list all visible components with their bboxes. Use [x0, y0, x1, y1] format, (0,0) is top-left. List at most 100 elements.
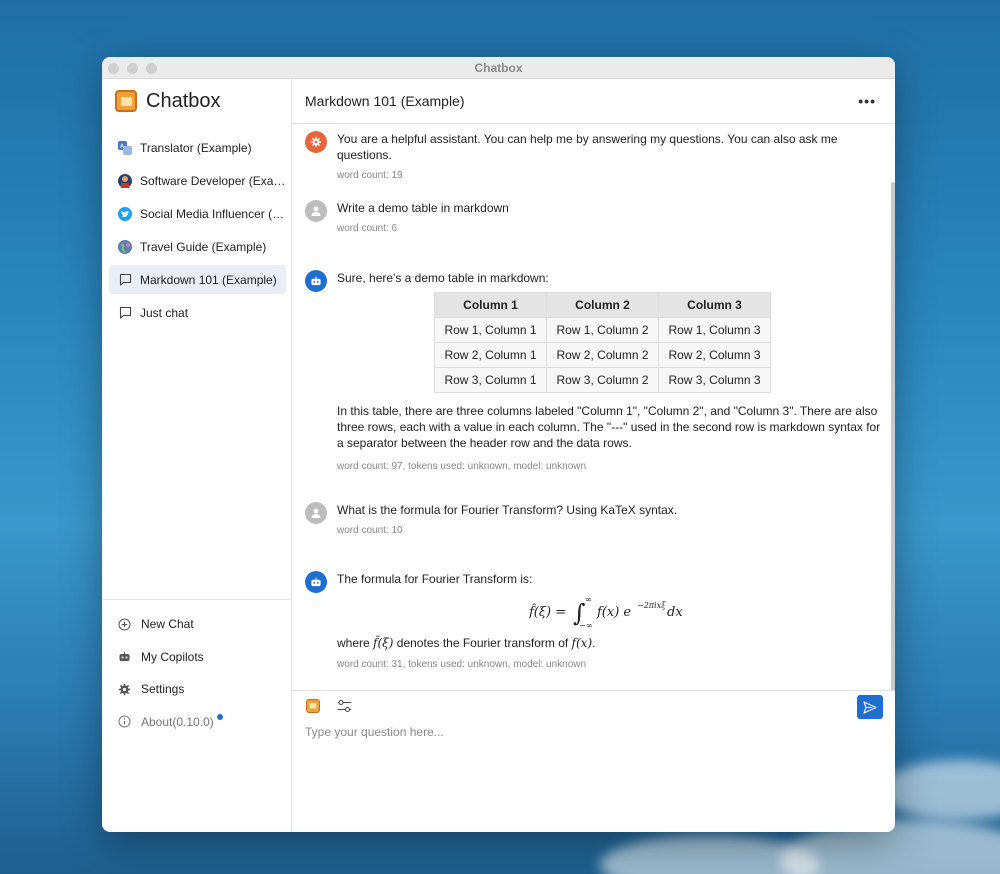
message-meta: word count: 97, tokens used: unknown, mo…: [337, 461, 587, 472]
svg-text:∞: ∞: [585, 595, 592, 604]
message-user: What is the formula for Fourier Transfor…: [305, 502, 881, 539]
table-row: Row 2, Column 1 Row 2, Column 2 Row 2, C…: [434, 342, 771, 368]
table-cell: Row 2, Column 1: [434, 342, 547, 368]
message-system: You are a helpful assistant. You can hel…: [305, 131, 881, 184]
assistant-avatar-icon: [305, 270, 327, 292]
chat-bubble-icon: [118, 306, 132, 320]
send-button[interactable]: [857, 695, 883, 719]
chat-panel: Markdown 101 (Example) ••• You are a hel…: [292, 79, 895, 832]
table-cell: Row 3, Column 2: [546, 367, 659, 393]
table-cell: Row 3, Column 1: [434, 367, 547, 393]
table-cell: Row 1, Column 3: [658, 317, 771, 343]
svg-text:f̂(ξ) =: f̂(ξ) =: [529, 603, 566, 620]
send-icon: [863, 700, 877, 714]
message-assistant: The formula for Fourier Transform is: f̂…: [305, 571, 881, 673]
message-text: The formula for Fourier Transform is:: [337, 572, 533, 586]
assistant-avatar-icon: [305, 571, 327, 593]
twitter-avatar-icon: [118, 206, 132, 221]
chat-title: Markdown 101 (Example): [305, 93, 465, 109]
settings-button[interactable]: Settings: [102, 673, 291, 706]
more-options-icon[interactable]: •••: [858, 93, 876, 109]
svg-text:−2πixξ: −2πixξ: [637, 601, 666, 610]
app-window: Chatbox Chatbox A Translator (Example) S…: [102, 57, 895, 832]
settings-sliders-icon[interactable]: [336, 698, 352, 714]
message-list: You are a helpful assistant. You can hel…: [292, 124, 895, 690]
new-chat-button[interactable]: New Chat: [102, 608, 291, 641]
svg-text:−∞: −∞: [579, 621, 592, 630]
info-icon: [118, 715, 131, 728]
table-cell: Row 2, Column 3: [658, 342, 771, 368]
text-fragment: denotes the Fourier transform of: [393, 636, 572, 650]
math-formula: f̂(ξ) = ∫ ∞ −∞ f(x) e −2πixξ dx: [337, 595, 881, 630]
session-label: Markdown 101 (Example): [140, 272, 277, 287]
message-text: Write a demo table in markdown: [337, 201, 509, 215]
user-avatar-icon: [305, 502, 327, 524]
message-meta: word count: 31, tokens used: unknown, mo…: [337, 659, 587, 670]
table-header-row: Column 1 Column 2 Column 3: [434, 292, 771, 318]
inline-math: f(x): [571, 636, 593, 650]
close-window-button[interactable]: [108, 63, 119, 74]
svg-text:f(x) e: f(x) e: [596, 605, 631, 620]
sidebar: Chatbox A Translator (Example) Software …: [102, 79, 292, 832]
session-item-software-developer[interactable]: Software Developer (Exam...: [109, 166, 286, 195]
sidebar-menu: New Chat My Copilots Settings About(0.10…: [102, 599, 291, 738]
session-item-translator[interactable]: A Translator (Example): [109, 133, 286, 162]
table-header-cell: Column 3: [658, 292, 771, 318]
text-fragment: .: [592, 636, 596, 650]
brand: Chatbox: [102, 79, 291, 123]
gear-icon: [118, 683, 131, 696]
my-copilots-label: My Copilots: [141, 649, 204, 664]
table-cell: Row 1, Column 2: [546, 317, 659, 343]
message-user: Write a demo table in markdown word coun…: [305, 200, 881, 237]
about-label: About(0.10.0): [141, 714, 214, 729]
title-bar: Chatbox: [102, 57, 895, 79]
translator-avatar-icon: A: [118, 140, 132, 155]
update-badge: [216, 713, 223, 720]
zoom-window-button[interactable]: [146, 63, 157, 74]
table-cell: Row 1, Column 1: [434, 317, 547, 343]
system-avatar-icon: [305, 131, 327, 153]
message-text-continued: where f̂(ξ) denotes the Fourier transfor…: [337, 635, 881, 651]
message-text: You are a helpful assistant. You can hel…: [337, 132, 838, 162]
table-cell: Row 2, Column 2: [546, 342, 659, 368]
about-button[interactable]: About(0.10.0): [102, 706, 291, 739]
message-scrollbar[interactable]: [891, 182, 895, 690]
brand-name: Chatbox: [146, 89, 221, 112]
table-cell: Row 3, Column 3: [658, 367, 771, 393]
message-text-continued: In this table, there are three columns l…: [337, 404, 881, 450]
composer-toolbar: [292, 691, 895, 721]
window-title: Chatbox: [474, 60, 523, 75]
chat-bubble-icon: [118, 273, 132, 287]
table-header-cell: Column 2: [546, 292, 659, 318]
session-label: Software Developer (Exam...: [140, 173, 286, 188]
new-chat-label: New Chat: [141, 617, 194, 632]
message-meta: word count: 10: [337, 525, 403, 536]
my-copilots-button[interactable]: My Copilots: [102, 641, 291, 674]
table-header-cell: Column 1: [434, 292, 547, 318]
minimize-window-button[interactable]: [127, 63, 138, 74]
message-meta: word count: 19: [337, 170, 403, 181]
session-list: A Translator (Example) Software Develope…: [102, 133, 291, 327]
robot-icon: [118, 650, 131, 663]
user-avatar-icon: [305, 200, 327, 222]
question-input[interactable]: [305, 725, 881, 739]
text-fragment: where: [337, 636, 374, 650]
session-label: Translator (Example): [140, 140, 252, 155]
inline-math: f̂(ξ): [373, 636, 394, 650]
copilot-picker-icon[interactable]: [305, 698, 321, 714]
message-meta: word count: 6: [337, 223, 398, 234]
session-item-just-chat[interactable]: Just chat: [109, 298, 286, 327]
session-item-markdown-101[interactable]: Markdown 101 (Example): [109, 265, 286, 294]
fourier-formula-graphic: f̂(ξ) = ∫ ∞ −∞ f(x) e −2πixξ dx: [529, 595, 683, 630]
session-label: Social Media Influencer (E...: [140, 206, 286, 221]
session-label: Travel Guide (Example): [140, 239, 267, 254]
session-item-social-media-influencer[interactable]: Social Media Influencer (E...: [109, 199, 286, 228]
add-circle-icon: [118, 618, 131, 631]
session-item-travel-guide[interactable]: Travel Guide (Example): [109, 232, 286, 261]
globe-avatar-icon: [118, 239, 132, 254]
markdown-table: Column 1 Column 2 Column 3 Row 1, Column…: [434, 292, 771, 393]
window-controls: [108, 63, 157, 74]
session-label: Just chat: [140, 305, 189, 320]
table-row: Row 1, Column 1 Row 1, Column 2 Row 1, C…: [434, 317, 771, 343]
composer: [292, 690, 895, 832]
